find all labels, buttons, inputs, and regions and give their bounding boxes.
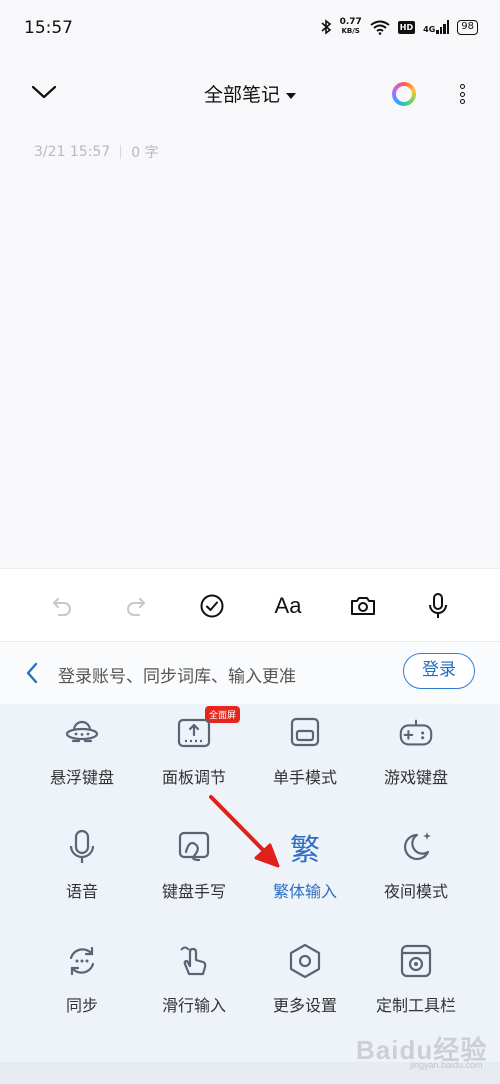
color-theme-icon[interactable]: [392, 82, 416, 106]
camera-icon: [351, 597, 375, 615]
tile-label: 繁体输入: [272, 882, 337, 901]
note-meta: 3/21 15:57 0 字: [34, 142, 159, 162]
sync-icon: [63, 942, 101, 980]
bluetooth-icon: [321, 19, 331, 35]
tile-label: 同步: [65, 996, 98, 1015]
tile-more-settings[interactable]: 更多设置: [250, 934, 360, 1024]
hexagon-settings-icon: [286, 942, 324, 980]
moon-icon: [397, 828, 435, 866]
microphone-icon: [429, 593, 447, 618]
cellular-indicator: 4G: [423, 20, 450, 34]
tile-label: 夜间模式: [383, 882, 448, 901]
more-vertical-icon[interactable]: [456, 82, 468, 106]
tile-night-mode[interactable]: 夜间模式: [361, 820, 471, 910]
custom-toolbar-icon: [397, 942, 435, 980]
undo-icon: [53, 598, 71, 616]
status-bar: 15:57 0.77 KB/S HD 4G 98: [0, 0, 500, 60]
note-date: 3/21 15:57: [34, 144, 111, 160]
tile-one-hand-mode[interactable]: 单手模式: [250, 706, 360, 796]
tile-swipe-input[interactable]: 滑行输入: [139, 934, 249, 1024]
tile-panel-adjust[interactable]: 面板调节: [139, 706, 249, 796]
word-count: 0 字: [131, 145, 159, 161]
panel-adjust-icon: [175, 714, 213, 752]
checklist-button[interactable]: [192, 589, 232, 623]
net-speed-value: 0.77: [339, 17, 362, 27]
tile-custom-toolbar[interactable]: 定制工具栏: [361, 934, 471, 1024]
tile-sync[interactable]: 同步: [27, 934, 137, 1024]
tile-label: 语音: [65, 882, 98, 901]
redo-icon: [127, 598, 145, 616]
chevron-left-icon[interactable]: [24, 662, 40, 684]
notes-filter-dropdown[interactable]: 全部笔记: [0, 80, 500, 107]
tile-label: 键盘手写: [161, 882, 226, 901]
microphone-icon: [63, 828, 101, 866]
swipe-input-icon: [175, 942, 213, 980]
network-type: 4G: [423, 25, 436, 34]
traditional-char-icon: 繁: [286, 828, 324, 868]
handwriting-icon: [175, 828, 213, 866]
tile-traditional-input[interactable]: 繁 繁体输入: [250, 820, 360, 910]
voice-button[interactable]: [418, 589, 458, 623]
tile-voice[interactable]: 语音: [27, 820, 137, 910]
hd-badge: HD: [397, 20, 416, 34]
tile-label: 更多设置: [272, 996, 337, 1015]
login-prompt-text: 登录账号、同步词库、输入更准: [58, 667, 296, 687]
watermark-sub: jingyan.baidu.com: [410, 1060, 483, 1070]
tile-label: 单手模式: [272, 768, 337, 787]
traditional-char-glyph: 繁: [290, 833, 320, 868]
tile-label: 面板调节: [161, 768, 226, 787]
redo-button[interactable]: [116, 589, 156, 623]
gamepad-icon: [397, 714, 435, 752]
tile-handwriting[interactable]: 键盘手写: [139, 820, 249, 910]
tile-floating-keyboard[interactable]: 悬浮键盘: [27, 706, 137, 796]
login-button[interactable]: 登录: [403, 653, 475, 689]
tile-label: 游戏键盘: [383, 768, 448, 787]
wifi-icon: [370, 20, 390, 35]
status-time: 15:57: [24, 18, 73, 38]
one-hand-icon: [286, 714, 324, 752]
tile-label: 悬浮键盘: [49, 768, 114, 787]
editor-toolbar: Aa: [0, 568, 500, 642]
battery-indicator: 98: [457, 19, 478, 35]
status-icons: 0.77 KB/S HD 4G 98: [320, 18, 478, 36]
caret-down-icon: [286, 92, 296, 99]
check-circle-icon: [200, 594, 224, 618]
tile-label: 定制工具栏: [375, 996, 456, 1015]
tile-label: 滑行输入: [161, 996, 226, 1015]
baidu-watermark: Baidu经验 jingyan.baidu.com: [356, 1024, 496, 1074]
text-format-button[interactable]: Aa: [268, 589, 308, 623]
tile-game-keyboard[interactable]: 游戏键盘: [361, 706, 471, 796]
camera-button[interactable]: [343, 589, 383, 623]
undo-button[interactable]: [42, 589, 82, 623]
divider: [120, 145, 122, 159]
net-speed: 0.77 KB/S: [340, 18, 362, 36]
signal-icon: [436, 20, 450, 34]
ufo-icon: [63, 714, 101, 752]
net-speed-unit: KB/S: [341, 27, 360, 35]
font-format-label: Aa: [274, 593, 302, 618]
login-prompt-bar: 登录账号、同步词库、输入更准 登录: [0, 642, 500, 704]
note-top-bar: 全部笔记: [0, 70, 500, 118]
page-title: 全部笔记: [203, 84, 280, 106]
